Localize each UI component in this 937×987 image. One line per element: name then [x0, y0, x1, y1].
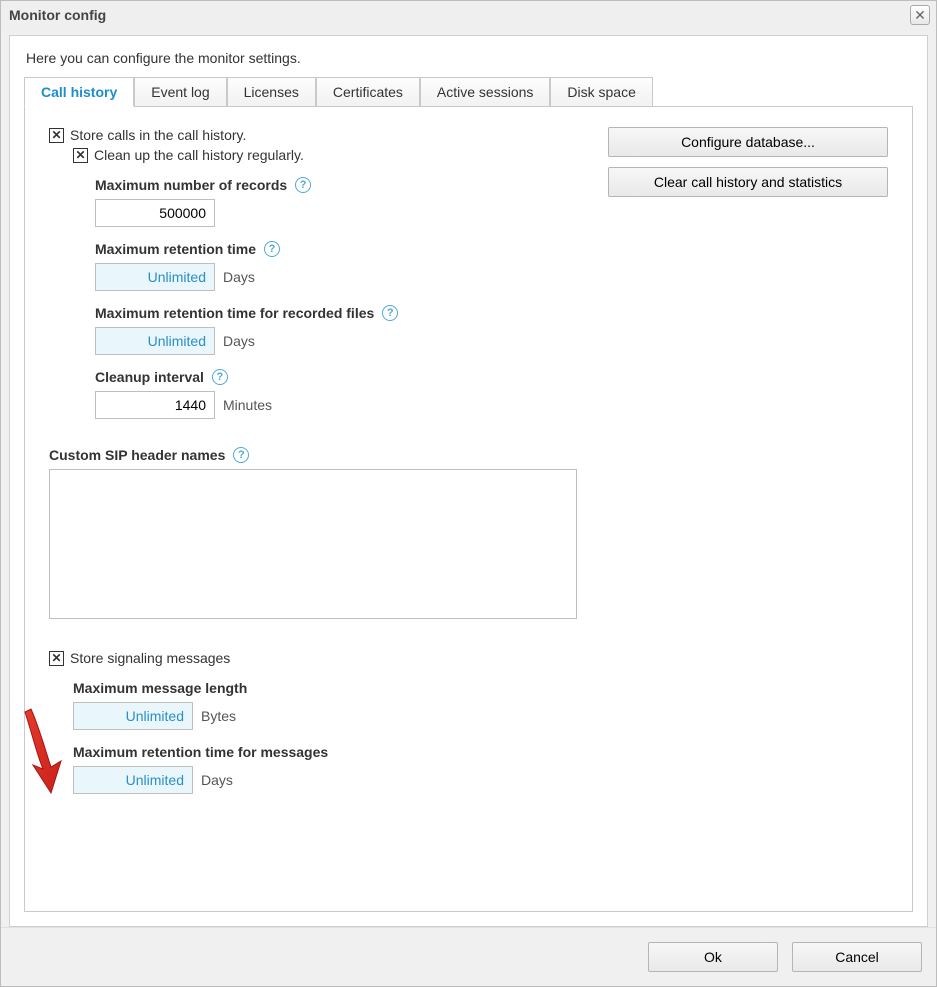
- tab-active-sessions[interactable]: Active sessions: [420, 77, 550, 107]
- max-message-length-input[interactable]: [73, 702, 193, 730]
- max-message-length-unit: Bytes: [201, 708, 236, 724]
- sip-header-label: Custom SIP header names ?: [49, 447, 608, 463]
- max-records-label: Maximum number of records ?: [95, 177, 608, 193]
- tab-strip: Call history Event log Licenses Certific…: [24, 76, 913, 106]
- max-retention-messages-unit: Days: [201, 772, 233, 788]
- tab-call-history[interactable]: Call history: [24, 77, 134, 107]
- max-message-length-label: Maximum message length: [73, 680, 608, 696]
- clear-call-history-button[interactable]: Clear call history and statistics: [608, 167, 888, 197]
- cleanup-interval-input[interactable]: [95, 391, 215, 419]
- store-calls-label: Store calls in the call history.: [70, 127, 246, 143]
- store-calls-checkbox[interactable]: [49, 128, 64, 143]
- configure-database-button[interactable]: Configure database...: [608, 127, 888, 157]
- content-frame: Here you can configure the monitor setti…: [9, 35, 928, 927]
- help-icon[interactable]: ?: [382, 305, 398, 321]
- close-icon[interactable]: ✕: [910, 5, 930, 25]
- store-signaling-checkbox[interactable]: [49, 651, 64, 666]
- cleanup-interval-label: Cleanup interval ?: [95, 369, 608, 385]
- max-retention-files-unit: Days: [223, 333, 255, 349]
- max-retention-messages-label: Maximum retention time for messages: [73, 744, 608, 760]
- ok-button[interactable]: Ok: [648, 942, 778, 972]
- intro-text: Here you can configure the monitor setti…: [26, 50, 913, 66]
- help-icon[interactable]: ?: [233, 447, 249, 463]
- help-icon[interactable]: ?: [264, 241, 280, 257]
- max-retention-time-label: Maximum retention time ?: [95, 241, 608, 257]
- tab-panel-call-history: Store calls in the call history. Clean u…: [24, 106, 913, 912]
- tab-disk-space[interactable]: Disk space: [550, 77, 652, 107]
- help-icon[interactable]: ?: [295, 177, 311, 193]
- max-records-input[interactable]: [95, 199, 215, 227]
- cleanup-regularly-checkbox[interactable]: [73, 148, 88, 163]
- max-retention-files-input[interactable]: [95, 327, 215, 355]
- max-retention-time-input[interactable]: [95, 263, 215, 291]
- max-retention-time-unit: Days: [223, 269, 255, 285]
- max-retention-messages-input[interactable]: [73, 766, 193, 794]
- sip-header-textarea[interactable]: [49, 469, 577, 619]
- dialog-button-bar: Ok Cancel: [1, 927, 936, 986]
- tab-licenses[interactable]: Licenses: [227, 77, 316, 107]
- monitor-config-dialog: Monitor config ✕ Here you can configure …: [0, 0, 937, 987]
- store-signaling-label: Store signaling messages: [70, 650, 230, 666]
- titlebar: Monitor config ✕: [1, 1, 936, 31]
- cancel-button[interactable]: Cancel: [792, 942, 922, 972]
- tab-certificates[interactable]: Certificates: [316, 77, 420, 107]
- max-retention-files-label: Maximum retention time for recorded file…: [95, 305, 608, 321]
- dialog-title: Monitor config: [9, 7, 106, 23]
- cleanup-interval-unit: Minutes: [223, 397, 272, 413]
- help-icon[interactable]: ?: [212, 369, 228, 385]
- tab-event-log[interactable]: Event log: [134, 77, 226, 107]
- cleanup-regularly-label: Clean up the call history regularly.: [94, 147, 304, 163]
